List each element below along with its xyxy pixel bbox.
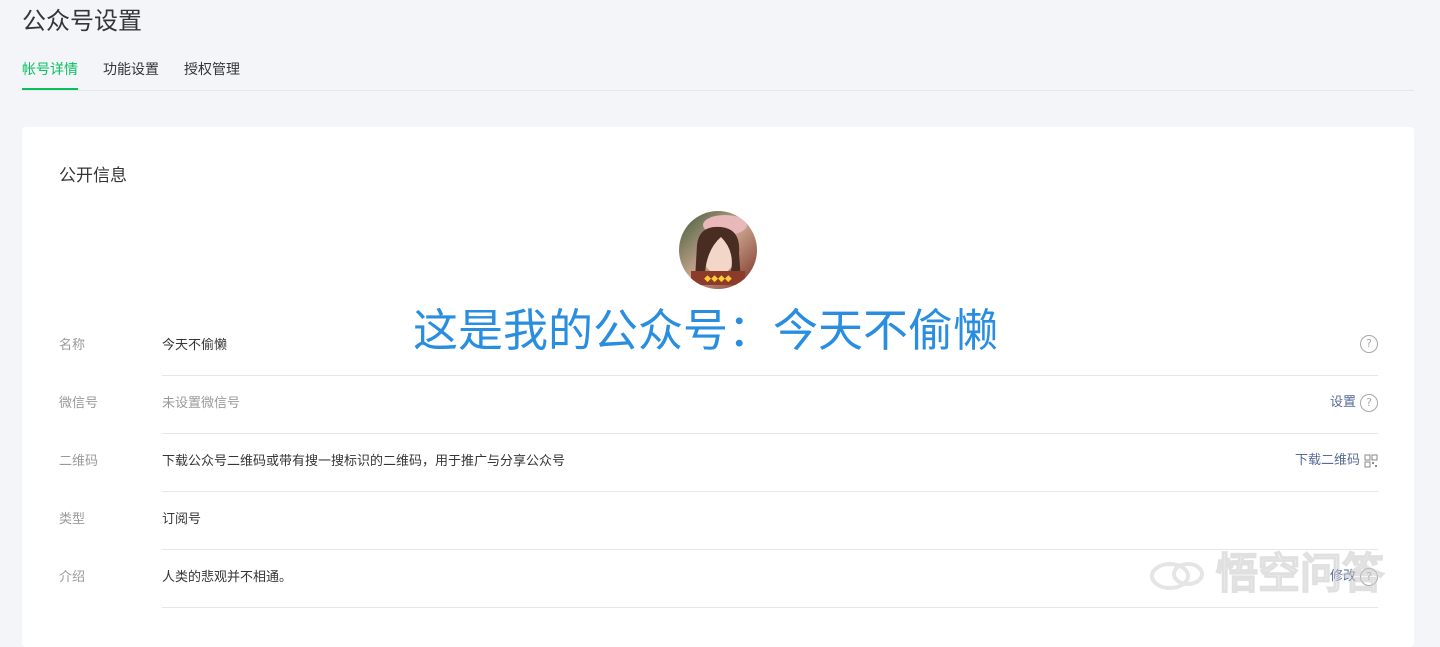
tab-bar: 帐号详情 功能设置 授权管理 [22, 54, 1414, 91]
info-row-qrcode: 二维码 下载公众号二维码或带有搜一搜标识的二维码，用于推广与分享公众号 下载二维… [59, 434, 1378, 492]
row-value: 未设置微信号 [162, 396, 241, 411]
page-title: 公众号设置 [22, 7, 142, 35]
help-icon[interactable]: ? [1360, 394, 1378, 412]
row-divider [162, 607, 1378, 608]
info-row-name: 名称 今天不偷懒 ? [59, 318, 1378, 376]
download-qrcode-button[interactable]: 下载二维码 [1295, 451, 1378, 471]
watermark-text: 悟空问答 [1215, 548, 1385, 599]
action-label[interactable]: 设置 [1330, 393, 1356, 413]
row-label: 名称 [59, 338, 86, 353]
tab-account-details[interactable]: 帐号详情 [22, 60, 78, 90]
row-label: 类型 [59, 512, 86, 527]
row-label: 二维码 [59, 454, 99, 469]
row-value: 人类的悲观并不相通。 [162, 570, 293, 585]
info-row-type: 类型 订阅号 [59, 492, 1378, 550]
row-value: 今天不偷懒 [162, 338, 228, 353]
watermark: 悟空问答 [1148, 546, 1385, 602]
avatar-image: ◆◆◆◆ [679, 211, 757, 289]
tab-feature-settings[interactable]: 功能设置 [103, 60, 159, 88]
name-help[interactable]: ? [1360, 335, 1378, 353]
row-label: 微信号 [59, 396, 99, 411]
tab-authorization[interactable]: 授权管理 [184, 60, 240, 88]
row-value: 订阅号 [162, 512, 202, 527]
wukong-logo-icon [1150, 562, 1204, 590]
info-row-wechat-id: 微信号 未设置微信号 设置 ? [59, 376, 1378, 434]
set-wechat-id-button[interactable]: 设置 ? [1330, 393, 1378, 413]
section-title: 公开信息 [59, 166, 127, 186]
action-label[interactable]: 下载二维码 [1295, 451, 1360, 471]
svg-text:◆◆◆◆: ◆◆◆◆ [704, 274, 732, 284]
help-icon[interactable]: ? [1360, 335, 1378, 353]
row-label: 介绍 [59, 570, 86, 585]
qrcode-icon[interactable] [1364, 454, 1378, 468]
row-value: 下载公众号二维码或带有搜一搜标识的二维码，用于推广与分享公众号 [162, 454, 566, 469]
avatar[interactable]: ◆◆◆◆ [679, 211, 757, 289]
